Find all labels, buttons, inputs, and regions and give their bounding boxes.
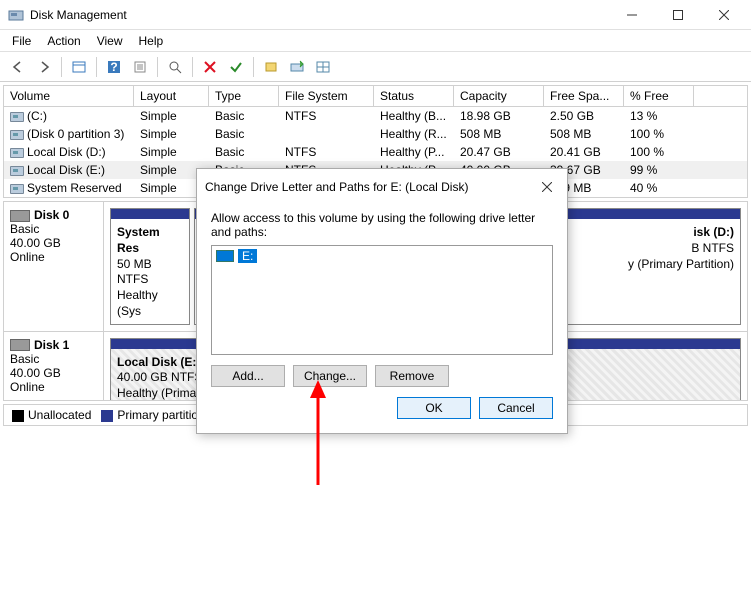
menu-bar: File Action View Help (0, 30, 751, 52)
ok-button[interactable]: OK (397, 397, 471, 419)
col-free[interactable]: Free Spa... (544, 86, 624, 106)
delete-icon[interactable] (198, 55, 222, 79)
dialog-title: Change Drive Letter and Paths for E: (Lo… (205, 180, 535, 194)
disk-icon (10, 339, 30, 351)
maximize-button[interactable] (655, 0, 701, 30)
back-icon[interactable] (6, 55, 30, 79)
drive-letter-listbox[interactable]: E: (211, 245, 553, 355)
drive-letter-item[interactable]: E: (214, 248, 550, 264)
volume-icon (10, 184, 24, 194)
col-filesystem[interactable]: File System (279, 86, 374, 106)
col-capacity[interactable]: Capacity (454, 86, 544, 106)
dialog-close-button[interactable] (535, 175, 559, 199)
col-volume[interactable]: Volume (4, 86, 134, 106)
properties-icon[interactable] (128, 55, 152, 79)
disk-icon (10, 210, 30, 222)
help-icon[interactable]: ? (102, 55, 126, 79)
legend-primary: Primary partition (101, 408, 204, 422)
drive-icon (216, 250, 234, 262)
explore-icon[interactable] (163, 55, 187, 79)
volume-icon (10, 130, 24, 140)
add-mirror-icon[interactable] (285, 55, 309, 79)
volume-row[interactable]: (Disk 0 partition 3)SimpleBasicHealthy (… (4, 125, 747, 143)
window-title: Disk Management (30, 8, 609, 22)
menu-help[interactable]: Help (131, 32, 172, 50)
legend-unallocated: Unallocated (12, 408, 91, 422)
volume-icon (10, 112, 24, 122)
close-button[interactable] (701, 0, 747, 30)
change-drive-letter-dialog: Change Drive Letter and Paths for E: (Lo… (196, 168, 568, 434)
menu-file[interactable]: File (4, 32, 39, 50)
volume-list-header: Volume Layout Type File System Status Ca… (4, 86, 747, 107)
menu-view[interactable]: View (89, 32, 131, 50)
disk-0-label: Disk 0 Basic 40.00 GB Online (4, 202, 104, 331)
volume-row[interactable]: Local Disk (D:)SimpleBasicNTFSHealthy (P… (4, 143, 747, 161)
new-partition-icon[interactable] (259, 55, 283, 79)
title-bar: Disk Management (0, 0, 751, 30)
toolbar: ? (0, 52, 751, 82)
col-type[interactable]: Type (209, 86, 279, 106)
show-hide-tree-icon[interactable] (67, 55, 91, 79)
cancel-button[interactable]: Cancel (479, 397, 553, 419)
col-status[interactable]: Status (374, 86, 454, 106)
minimize-button[interactable] (609, 0, 655, 30)
forward-icon[interactable] (32, 55, 56, 79)
svg-text:?: ? (110, 60, 117, 74)
menu-action[interactable]: Action (39, 32, 88, 50)
partition-system-reserved[interactable]: System Res 50 MB NTFS Healthy (Sys (110, 208, 190, 325)
check-icon[interactable] (224, 55, 248, 79)
disk-1-label: Disk 1 Basic 40.00 GB Online (4, 332, 104, 402)
change-button[interactable]: Change... (293, 365, 367, 387)
add-button[interactable]: Add... (211, 365, 285, 387)
dialog-description: Allow access to this volume by using the… (211, 211, 553, 239)
app-icon (8, 7, 24, 23)
remove-button[interactable]: Remove (375, 365, 449, 387)
col-pct[interactable]: % Free (624, 86, 694, 106)
volume-icon (10, 166, 24, 176)
col-layout[interactable]: Layout (134, 86, 209, 106)
volume-icon (10, 148, 24, 158)
volume-row[interactable]: (C:)SimpleBasicNTFSHealthy (B...18.98 GB… (4, 107, 747, 125)
view-settings-icon[interactable] (311, 55, 335, 79)
